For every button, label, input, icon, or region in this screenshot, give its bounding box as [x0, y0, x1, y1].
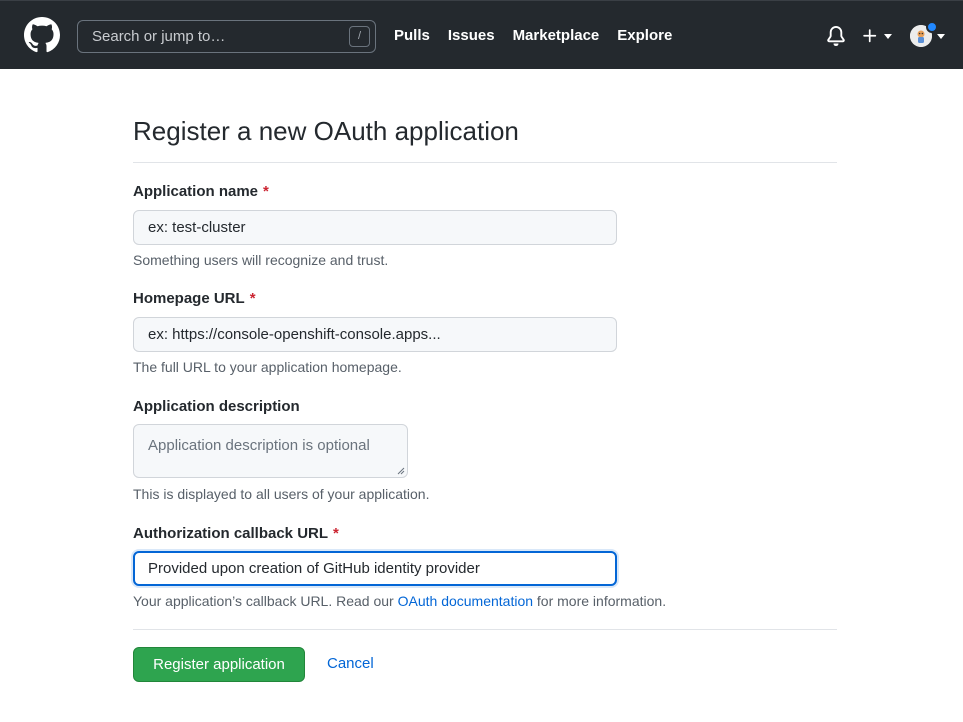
github-logo-icon[interactable] — [24, 17, 60, 53]
form-divider — [133, 629, 837, 630]
app-name-note: Something users will recognize and trust… — [133, 252, 389, 268]
homepage-url-label: Homepage URL * — [133, 290, 256, 307]
oauth-documentation-link[interactable]: OAuth documentation — [398, 593, 533, 609]
slash-shortcut-key: / — [349, 26, 370, 47]
required-mark: * — [249, 290, 256, 307]
chevron-down-icon — [884, 34, 892, 39]
chevron-down-icon — [937, 34, 945, 39]
homepage-url-note: The full URL to your application homepag… — [133, 359, 402, 375]
callback-url-note: Your application’s callback URL. Read ou… — [133, 593, 667, 609]
bell-icon[interactable] — [826, 26, 846, 46]
resize-handle-icon[interactable] — [397, 467, 405, 475]
plus-icon — [863, 29, 877, 43]
nav-pulls[interactable]: Pulls — [394, 27, 430, 44]
nav-marketplace[interactable]: Marketplace — [513, 27, 600, 44]
global-nav: Pulls Issues Marketplace Explore — [394, 27, 672, 44]
description-note: This is displayed to all users of your a… — [133, 486, 430, 502]
search-input[interactable]: Search or jump to… / — [77, 20, 376, 53]
page-title: Register a new OAuth application — [133, 116, 519, 146]
user-menu-dropdown[interactable] — [910, 21, 950, 49]
description-label: Application description — [133, 398, 300, 415]
homepage-url-input[interactable]: ex: https://console-openshift-console.ap… — [133, 317, 617, 352]
title-divider — [133, 162, 837, 163]
required-mark: * — [263, 183, 269, 200]
nav-issues[interactable]: Issues — [448, 27, 495, 44]
app-name-input[interactable]: ex: test-cluster — [133, 210, 617, 245]
callback-url-input[interactable]: Provided upon creation of GitHub identit… — [133, 551, 617, 586]
cancel-link[interactable]: Cancel — [327, 655, 374, 672]
top-header: Search or jump to… / Pulls Issues Market… — [0, 0, 963, 69]
notification-dot — [926, 21, 938, 33]
description-textarea[interactable]: Application description is optional — [133, 424, 408, 478]
app-name-label: Application name * — [133, 183, 269, 200]
callback-url-label: Authorization callback URL * — [133, 525, 339, 542]
description-placeholder: Application description is optional — [148, 437, 370, 454]
register-application-button[interactable]: Register application — [133, 647, 305, 682]
create-new-dropdown[interactable] — [861, 25, 897, 47]
nav-explore[interactable]: Explore — [617, 27, 672, 44]
search-placeholder: Search or jump to… — [92, 28, 226, 45]
required-mark: * — [333, 525, 339, 542]
